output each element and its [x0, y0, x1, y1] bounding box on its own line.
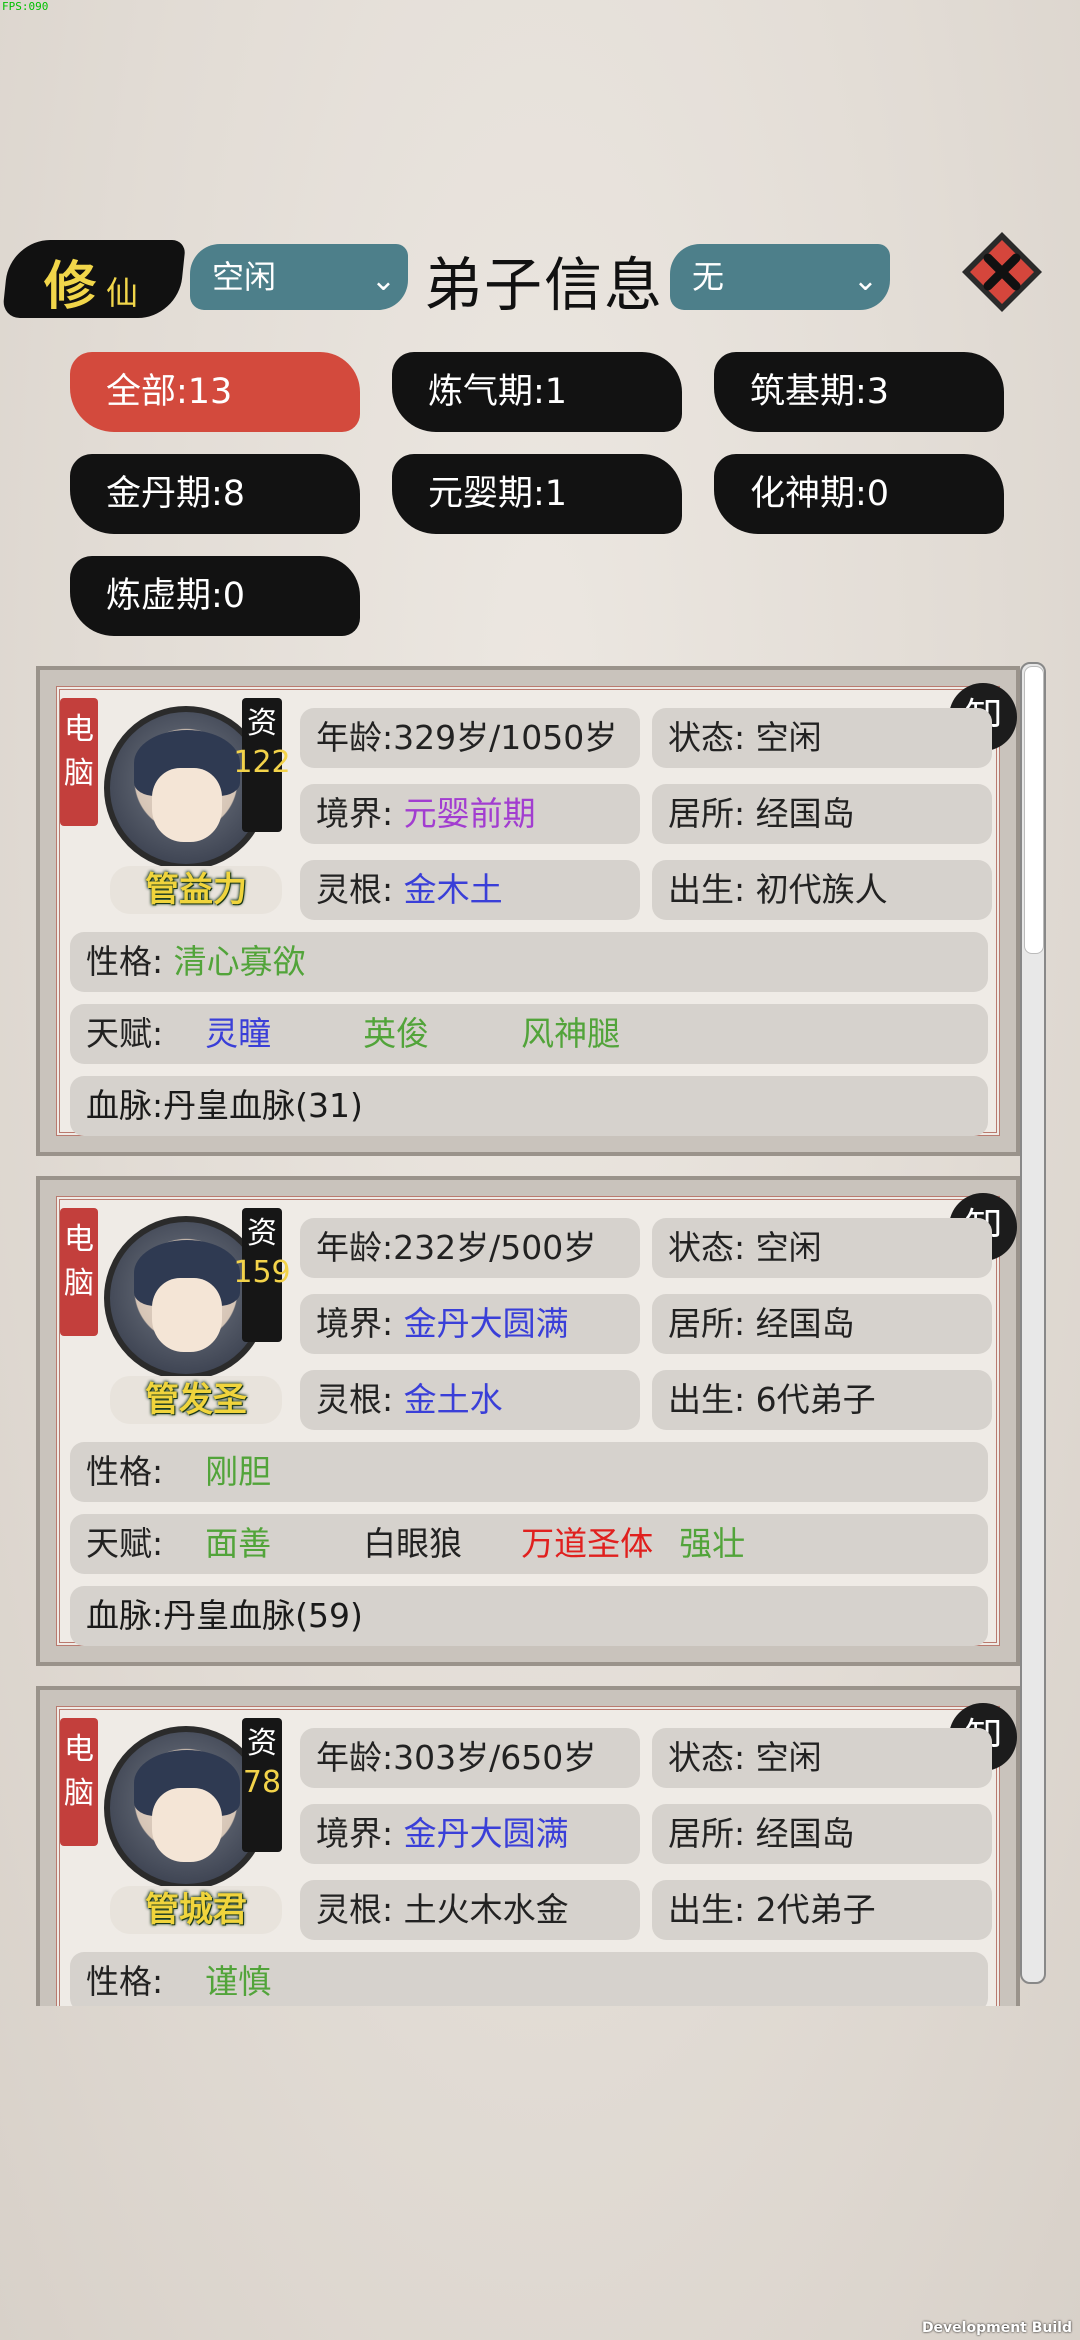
- filter-nascent-soul-button[interactable]: 元婴期:1: [392, 454, 682, 534]
- ai-controlled-tag: 电脑: [60, 1718, 98, 1846]
- filter-foundation-button[interactable]: 筑基期:3: [714, 352, 1004, 432]
- fps-counter: FPS:090: [2, 0, 49, 13]
- disciple-list[interactable]: 电脑 资 122 管益力 卸 年龄:329岁/1050岁 状态: 空闲 境界: …: [36, 666, 1020, 2006]
- bloodline-field: 血脉:丹皇血脉(59): [70, 1586, 988, 1646]
- talent-item: 英俊: [363, 1014, 430, 1053]
- filter-spirit-transform-button[interactable]: 化神期:0: [714, 454, 1004, 534]
- talent-item: 白眼狼: [363, 1524, 463, 1563]
- scrollbar-thumb[interactable]: [1024, 666, 1044, 954]
- spirit-root-field: 灵根: 土火木水金: [300, 1880, 640, 1940]
- realm-field: 境界: 金丹大圆满: [300, 1294, 640, 1354]
- realm-field: 境界: 元婴前期: [300, 784, 640, 844]
- status-filter-dropdown[interactable]: 空闲 ⌄: [190, 244, 408, 310]
- logo-sub-char: 仙: [106, 274, 139, 312]
- residence-field: 居所: 经国岛: [652, 1294, 992, 1354]
- dev-build-watermark: Development Build: [921, 2320, 1072, 2336]
- talent-item: 万道圣体: [521, 1524, 654, 1563]
- aptitude-tag: 资 78: [242, 1718, 282, 1852]
- origin-field: 出生: 2代弟子: [652, 1880, 992, 1940]
- residence-field: 居所: 经国岛: [652, 1804, 992, 1864]
- filter-all-button[interactable]: 全部:13: [70, 352, 360, 432]
- list-scrollbar[interactable]: [1020, 662, 1046, 1984]
- spirit-root-field: 灵根: 金木土: [300, 860, 640, 920]
- talent-item: 灵瞳: [205, 1014, 272, 1053]
- age-field: 年龄:303岁/650岁: [300, 1728, 640, 1788]
- close-icon[interactable]: [960, 230, 1044, 314]
- aptitude-label: 资: [247, 1216, 277, 1251]
- disciple-card[interactable]: 电脑 资 159 管发圣 卸 年龄:232岁/500岁 状态: 空闲 境界: 金…: [36, 1176, 1020, 1666]
- status-field: 状态: 空闲: [652, 708, 992, 768]
- secondary-filter-value: 无: [692, 258, 725, 296]
- aptitude-tag: 资 122: [233, 698, 291, 832]
- age-field: 年龄:329岁/1050岁: [300, 708, 640, 768]
- talent-field: 天赋: 面善 白眼狼 万道圣体 强壮: [70, 1514, 988, 1574]
- aptitude-label: 资: [247, 706, 277, 741]
- personality-field: 性格: 谨慎: [70, 1952, 988, 2006]
- realm-field: 境界: 金丹大圆满: [300, 1804, 640, 1864]
- chevron-down-icon: ⌄: [852, 263, 878, 298]
- origin-field: 出生: 6代弟子: [652, 1370, 992, 1430]
- secondary-filter-dropdown[interactable]: 无 ⌄: [670, 244, 890, 310]
- talent-item: 风神腿: [521, 1014, 621, 1053]
- spirit-root-field: 灵根: 金土水: [300, 1370, 640, 1430]
- origin-field: 出生: 初代族人: [652, 860, 992, 920]
- ai-controlled-tag: 电脑: [60, 1208, 98, 1336]
- disciple-card[interactable]: 电脑 资 78 管城君 卸 年龄:303岁/650岁 状态: 空闲 境界: 金丹…: [36, 1686, 1020, 2006]
- aptitude-value: 122: [233, 745, 291, 780]
- ai-controlled-tag: 电脑: [60, 698, 98, 826]
- disciple-name: 管城君: [110, 1886, 282, 1934]
- talent-item: 面善: [205, 1524, 272, 1563]
- personality-field: 性格: 清心寡欲: [70, 932, 988, 992]
- page-title: 弟子信息: [424, 251, 665, 319]
- filter-golden-core-button[interactable]: 金丹期:8: [70, 454, 360, 534]
- filter-qi-refining-button[interactable]: 炼气期:1: [392, 352, 682, 432]
- disciple-name: 管发圣: [110, 1376, 282, 1424]
- residence-field: 居所: 经国岛: [652, 784, 992, 844]
- chevron-down-icon: ⌄: [370, 263, 396, 298]
- bloodline-field: 血脉:丹皇血脉(31): [70, 1076, 988, 1136]
- talent-item: 强壮: [679, 1524, 746, 1563]
- disciple-card[interactable]: 电脑 资 122 管益力 卸 年龄:329岁/1050岁 状态: 空闲 境界: …: [36, 666, 1020, 1156]
- status-field: 状态: 空闲: [652, 1728, 992, 1788]
- aptitude-tag: 资 159: [233, 1208, 291, 1342]
- status-field: 状态: 空闲: [652, 1218, 992, 1278]
- logo-main-char: 修: [44, 256, 97, 317]
- personality-field: 性格: 刚胆: [70, 1442, 988, 1502]
- filter-void-refining-button[interactable]: 炼虚期:0: [70, 556, 360, 636]
- status-filter-value: 空闲: [212, 258, 277, 296]
- talent-field: 天赋: 灵瞳 英俊 风神腿: [70, 1004, 988, 1064]
- age-field: 年龄:232岁/500岁: [300, 1218, 640, 1278]
- aptitude-value: 159: [233, 1255, 291, 1290]
- aptitude-value: 78: [242, 1765, 282, 1800]
- aptitude-label: 资: [247, 1726, 277, 1761]
- disciple-name: 管益力: [110, 866, 282, 914]
